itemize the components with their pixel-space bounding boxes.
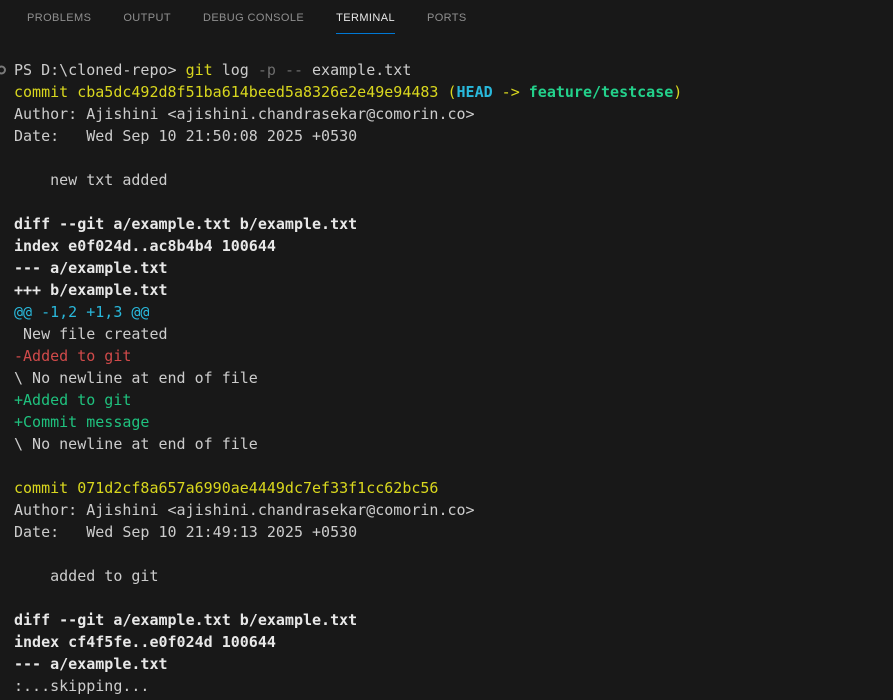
diff-index: index e0f024d..ac8b4b4 100644 <box>14 235 893 257</box>
commit-message: new txt added <box>14 169 893 191</box>
terminal-text: index e0f024d..ac8b4b4 100644 <box>14 237 276 255</box>
terminal-text: Author: Ajishini <ajishini.chandrasekar@… <box>14 501 475 519</box>
diff-index: index cf4f5fe..e0f024d 100644 <box>14 631 893 653</box>
date-line: Date: Wed Sep 10 21:49:13 2025 +0530 <box>14 521 893 543</box>
terminal-text: -- <box>285 61 303 79</box>
terminal-text: commit cba5dc492d8f51ba614beed5a8326e2e4… <box>14 83 457 101</box>
terminal-text: -> <box>493 83 529 101</box>
terminal-text: ) <box>673 83 682 101</box>
blank-line <box>14 455 893 477</box>
diff-removed: -Added to git <box>14 345 893 367</box>
terminal-text: \ No newline at end of file <box>14 435 258 453</box>
panel-tab-label: PORTS <box>427 12 467 24</box>
author-line: Author: Ajishini <ajishini.chandrasekar@… <box>14 499 893 521</box>
terminal-text: \ No newline at end of file <box>14 369 258 387</box>
terminal-text: index cf4f5fe..e0f024d 100644 <box>14 633 276 651</box>
terminal-text: PS D:\cloned-repo> <box>14 61 186 79</box>
pager-status: :...skipping... <box>14 675 893 697</box>
terminal-text: @@ -1,2 +1,3 @@ <box>14 303 149 321</box>
terminal-text: feature/testcase <box>529 83 674 101</box>
diff-header: diff --git a/example.txt b/example.txt <box>14 609 893 631</box>
diff-old-file: --- a/example.txt <box>14 653 893 675</box>
diff-no-newline: \ No newline at end of file <box>14 367 893 389</box>
terminal-text: git <box>186 61 213 79</box>
blank-line <box>14 191 893 213</box>
commit-message: added to git <box>14 565 893 587</box>
panel-tab-debug-console[interactable]: DEBUG CONSOLE <box>203 0 304 35</box>
terminal-text: Date: Wed Sep 10 21:49:13 2025 +0530 <box>14 523 357 541</box>
panel-tab-bar: PROBLEMS OUTPUT DEBUG CONSOLE TERMINAL PORTS <box>0 0 893 35</box>
terminal-text: New file created <box>14 325 168 343</box>
panel-tab-problems[interactable]: PROBLEMS <box>27 0 91 35</box>
diff-context: New file created <box>14 323 893 345</box>
terminal-text <box>276 61 285 79</box>
terminal-text: example.txt <box>303 61 411 79</box>
terminal-text: --- a/example.txt <box>14 655 168 673</box>
terminal-text: +++ b/example.txt <box>14 281 168 299</box>
terminal-text: Author: Ajishini <ajishini.chandrasekar@… <box>14 105 475 123</box>
panel-tab-label: OUTPUT <box>123 12 171 24</box>
prompt-line: PS D:\cloned-repo> git log -p -- example… <box>14 59 893 81</box>
diff-hunk-header: @@ -1,2 +1,3 @@ <box>14 301 893 323</box>
diff-added: +Commit message <box>14 411 893 433</box>
terminal-text: -Added to git <box>14 347 131 365</box>
diff-header: diff --git a/example.txt b/example.txt <box>14 213 893 235</box>
panel-tab-label: DEBUG CONSOLE <box>203 12 304 24</box>
terminal-text: diff --git a/example.txt b/example.txt <box>14 215 357 233</box>
panel-tab-ports[interactable]: PORTS <box>427 0 467 35</box>
blank-line <box>14 587 893 609</box>
terminal-text: commit 071d2cf8a657a6990ae4449dc7ef33f1c… <box>14 479 438 497</box>
diff-new-file: +++ b/example.txt <box>14 279 893 301</box>
terminal-text: added to git <box>14 567 159 585</box>
terminal-text: HEAD <box>457 83 493 101</box>
terminal-text: new txt added <box>14 171 168 189</box>
terminal-text: --- a/example.txt <box>14 259 168 277</box>
commit-header: commit 071d2cf8a657a6990ae4449dc7ef33f1c… <box>14 477 893 499</box>
diff-no-newline: \ No newline at end of file <box>14 433 893 455</box>
terminal-text: +Commit message <box>14 413 149 431</box>
blank-line <box>14 543 893 565</box>
diff-added: +Added to git <box>14 389 893 411</box>
author-line: Author: Ajishini <ajishini.chandrasekar@… <box>14 103 893 125</box>
panel-tab-output[interactable]: OUTPUT <box>123 0 171 35</box>
terminal-text: -p <box>258 61 276 79</box>
blank-line <box>14 147 893 169</box>
terminal-text: +Added to git <box>14 391 131 409</box>
panel-tab-label: TERMINAL <box>336 12 395 24</box>
panel-tab-label: PROBLEMS <box>27 12 91 24</box>
terminal-text: log <box>213 61 258 79</box>
panel-tab-terminal[interactable]: TERMINAL <box>336 0 395 35</box>
terminal-text: diff --git a/example.txt b/example.txt <box>14 611 357 629</box>
commit-header: commit cba5dc492d8f51ba614beed5a8326e2e4… <box>14 81 893 103</box>
command-decoration-icon[interactable] <box>0 66 6 75</box>
terminal-output[interactable]: PS D:\cloned-repo> git log -p -- example… <box>0 35 893 697</box>
diff-old-file: --- a/example.txt <box>14 257 893 279</box>
date-line: Date: Wed Sep 10 21:50:08 2025 +0530 <box>14 125 893 147</box>
terminal-text: :...skipping... <box>14 677 149 695</box>
terminal-text: Date: Wed Sep 10 21:50:08 2025 +0530 <box>14 127 357 145</box>
